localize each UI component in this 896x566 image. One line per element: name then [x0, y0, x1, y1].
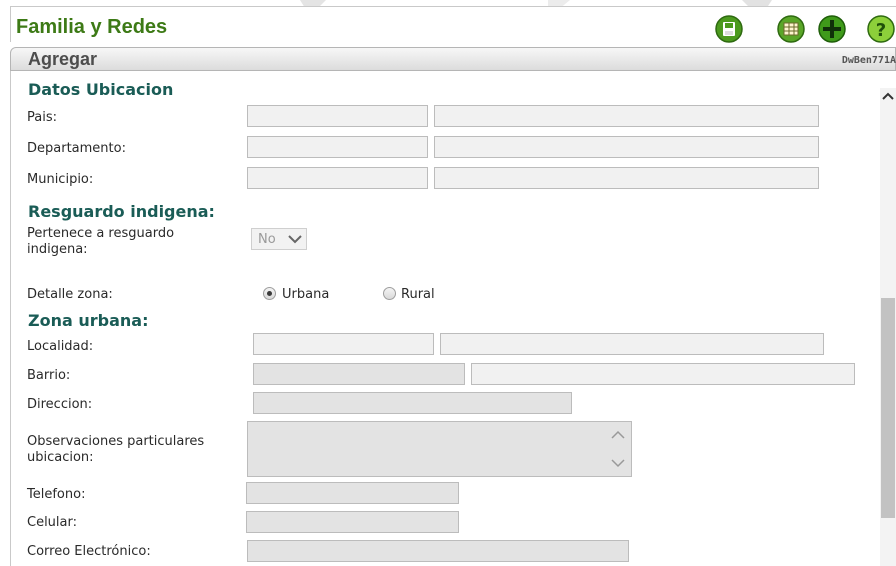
label-departamento: Departamento:: [27, 141, 126, 156]
save-icon[interactable]: [714, 14, 744, 44]
barrio-name-input[interactable]: [471, 363, 855, 385]
label-detalle-zona: Detalle zona:: [27, 287, 113, 302]
municipio-code-input[interactable]: [247, 167, 428, 189]
telefono-input[interactable]: [246, 482, 459, 504]
label-direccion: Direccion:: [27, 397, 93, 412]
pais-code-input[interactable]: [247, 105, 428, 127]
pais-name-input[interactable]: [434, 105, 819, 127]
label-localidad: Localidad:: [27, 339, 94, 354]
barrio-code-input[interactable]: [253, 363, 465, 385]
municipio-name-input[interactable]: [434, 167, 819, 189]
subheader-title: Agregar: [28, 49, 98, 69]
scroll-up-icon[interactable]: [881, 90, 895, 102]
resguardo-select-value: No: [258, 232, 276, 247]
label-celular: Celular:: [27, 515, 78, 530]
localidad-name-input[interactable]: [440, 333, 824, 355]
label-barrio: Barrio:: [27, 368, 71, 383]
localidad-code-input[interactable]: [253, 333, 434, 355]
chevron-down-icon: [288, 235, 302, 244]
label-pais: Pais:: [27, 110, 57, 125]
label-observaciones: Observaciones particulares ubicacion:: [27, 434, 205, 465]
subheader-bar: [10, 47, 896, 71]
radio-urbana-label: Urbana: [282, 287, 330, 302]
section-title-zona: Zona urbana:: [28, 311, 149, 330]
form-code: DwBen771A: [841, 55, 896, 66]
resguardo-select[interactable]: No: [251, 228, 307, 250]
section-title-ubicacion: Datos Ubicacion: [28, 80, 174, 99]
celular-input[interactable]: [246, 511, 459, 533]
panel-border: [10, 71, 11, 566]
grid-icon[interactable]: [776, 14, 806, 44]
radio-urbana[interactable]: [263, 287, 276, 300]
scrollbar-thumb[interactable]: [881, 298, 895, 518]
correo-input[interactable]: [247, 540, 629, 562]
radio-rural[interactable]: [383, 287, 396, 300]
radio-rural-label: Rural: [401, 287, 435, 302]
label-telefono: Telefono:: [27, 487, 86, 502]
departamento-name-input[interactable]: [434, 136, 819, 158]
direccion-input[interactable]: [253, 392, 572, 414]
chevron-up-icon[interactable]: [611, 430, 625, 440]
help-icon[interactable]: ?: [866, 14, 896, 44]
label-correo: Correo Electrónico:: [27, 544, 151, 559]
section-title-resguardo: Resguardo indigena:: [28, 202, 215, 221]
add-icon[interactable]: [817, 14, 847, 44]
label-municipio: Municipio:: [27, 172, 94, 187]
svg-text:?: ?: [876, 20, 886, 41]
app-title: Familia y Redes: [16, 16, 168, 38]
observaciones-textarea[interactable]: [247, 421, 632, 477]
label-pertenece: Pertenece a resguardo indigena:: [27, 226, 175, 257]
chevron-down-icon[interactable]: [611, 458, 625, 468]
departamento-code-input[interactable]: [247, 136, 428, 158]
